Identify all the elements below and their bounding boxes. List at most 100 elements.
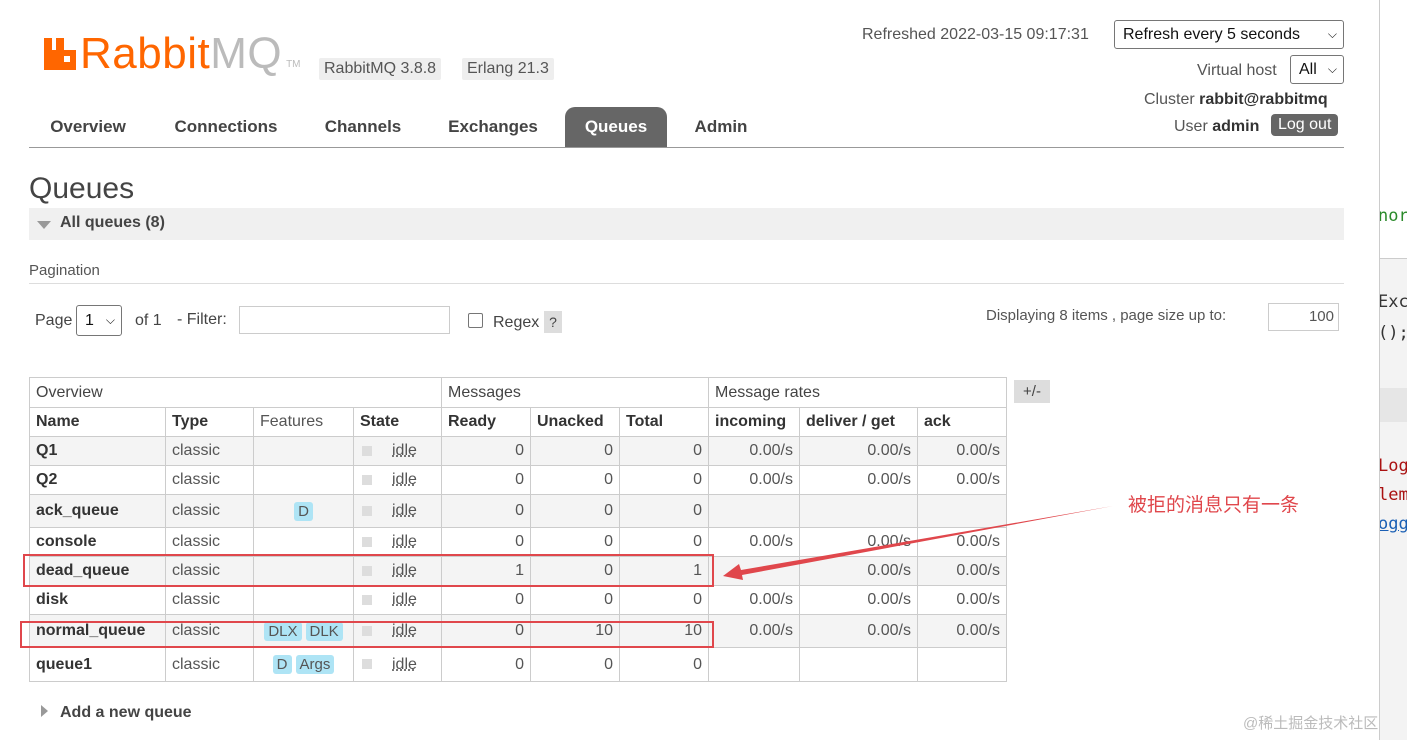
col-incoming[interactable]: incoming [708,407,800,437]
tab-channels[interactable]: Channels [313,107,413,147]
group-message-rates: Message rates [708,377,1007,408]
collapse-triangle-icon [37,221,51,229]
all-queues-heading: All queues (8) [60,214,165,231]
col-features: Features [253,407,354,437]
regex-checkbox[interactable] [468,313,483,328]
rabbitmq-version-badge: RabbitMQ 3.8.8 [319,58,442,80]
annotation-note: 被拒的消息只有一条 [1128,495,1300,516]
code-fragment: lem [1379,485,1407,505]
toggle-columns-button[interactable]: +/- [1014,380,1050,403]
tab-admin[interactable]: Admin [685,107,757,147]
logo-text: RabbitMQ [80,29,283,78]
rate-incoming: 0.00/s [708,436,800,466]
rabbitmq-logo[interactable]: RabbitMQ TM [42,32,301,76]
rate-deliver-get: 0.00/s [799,614,918,648]
state-text: idle [392,533,417,550]
group-overview: Overview [29,377,442,408]
refresh-interval-value: Refresh every 5 seconds [1123,25,1300,43]
cluster-label: Cluster [1144,91,1195,108]
messages-ready: 0 [441,465,531,495]
queue-type: classic [165,494,254,528]
state-text: idle [392,502,417,519]
messages-ready: 0 [441,647,531,682]
queue-name-link[interactable]: console [29,527,166,557]
messages-unacked: 0 [530,436,620,466]
all-queues-section-toggle[interactable]: All queues (8) [29,208,1344,240]
chevron-down-icon: ⌵ [1327,27,1337,41]
erlang-version-badge: Erlang 21.3 [462,58,554,80]
virtual-host-value: All [1299,60,1317,78]
page-label: Page [35,312,73,329]
queue-features: D Args [253,647,354,682]
code-fragment: ogg [1379,514,1407,534]
tab-queues[interactable]: Queues [565,107,667,147]
state-text: idle [392,591,417,608]
pagination-label: Pagination [29,262,100,279]
table-row: Q1 classic idle 0 0 0 0.00/s 0.00/s 0.00/s [29,436,1007,466]
col-state[interactable]: State [353,407,442,437]
state-text: idle [392,471,417,488]
rabbit-logo-icon [44,38,76,70]
feature-badge: Args [295,655,335,674]
code-fragment: (); [1379,323,1407,343]
page-select[interactable]: 1 ⌵ [76,305,122,336]
code-fragment: nore [1379,206,1407,226]
queue-features: D [253,494,354,528]
messages-unacked: 0 [530,647,620,682]
feature-badge: D [272,655,292,674]
rate-ack: 0.00/s [917,614,1007,648]
rate-deliver-get: 0.00/s [799,465,918,495]
queue-features [253,585,354,615]
rate-ack [917,647,1007,682]
highlight-normal-queue-row [20,621,714,648]
refresh-interval-select[interactable]: Refresh every 5 seconds ⌵ [1114,20,1344,49]
rate-incoming: 0.00/s [708,465,800,495]
col-name[interactable]: Name [29,407,166,437]
watermark: @稀土掘金技术社区 [1243,715,1379,732]
tab-connections[interactable]: Connections [164,107,288,147]
messages-total: 0 [619,527,709,557]
queue-type: classic [165,436,254,466]
rate-ack: 0.00/s [917,465,1007,495]
page-size-input[interactable]: 100 [1268,303,1339,331]
filter-input[interactable] [239,306,450,334]
queue-state: idle [353,647,442,682]
messages-ready: 0 [441,585,531,615]
editor-side-strip: nore Exc (); Log lem ogg [1379,0,1407,740]
pagination-divider [29,283,1344,284]
messages-total: 0 [619,494,709,528]
queue-name-link[interactable]: disk [29,585,166,615]
col-deliver-get[interactable]: deliver / get [799,407,918,437]
tab-overview[interactable]: Overview [37,107,139,147]
regex-label: Regex [493,314,540,331]
rate-ack: 0.00/s [917,436,1007,466]
queue-state: idle [353,527,442,557]
add-new-queue-label: Add a new queue [60,704,192,721]
messages-total: 0 [619,436,709,466]
queue-name-link[interactable]: Q2 [29,465,166,495]
queue-name-link[interactable]: Q1 [29,436,166,466]
table-row: Q2 classic idle 0 0 0 0.00/s 0.00/s 0.00/s [29,465,1007,495]
queue-state: idle [353,436,442,466]
virtual-host-select[interactable]: All ⌵ [1290,55,1344,84]
rate-incoming: 0.00/s [708,614,800,648]
regex-help-button[interactable]: ? [544,311,562,333]
tab-exchanges[interactable]: Exchanges [437,107,549,147]
add-new-queue-toggle[interactable]: Add a new queue [41,704,192,722]
queue-name-link[interactable]: queue1 [29,647,166,682]
queue-name-link[interactable]: ack_queue [29,494,166,528]
cluster-value: rabbit@rabbitmq [1199,91,1328,108]
col-type[interactable]: Type [165,407,254,437]
queue-features [253,436,354,466]
col-ready[interactable]: Ready [441,407,531,437]
col-ack[interactable]: ack [917,407,1007,437]
logo-trademark: TM [286,59,301,70]
messages-unacked: 0 [530,494,620,528]
col-unacked[interactable]: Unacked [530,407,620,437]
col-total[interactable]: Total [619,407,709,437]
state-text: idle [392,655,417,673]
queue-state: idle [353,465,442,495]
displaying-items-text: Displaying 8 items , page size up to: [986,307,1227,324]
messages-unacked: 0 [530,527,620,557]
messages-total: 0 [619,465,709,495]
